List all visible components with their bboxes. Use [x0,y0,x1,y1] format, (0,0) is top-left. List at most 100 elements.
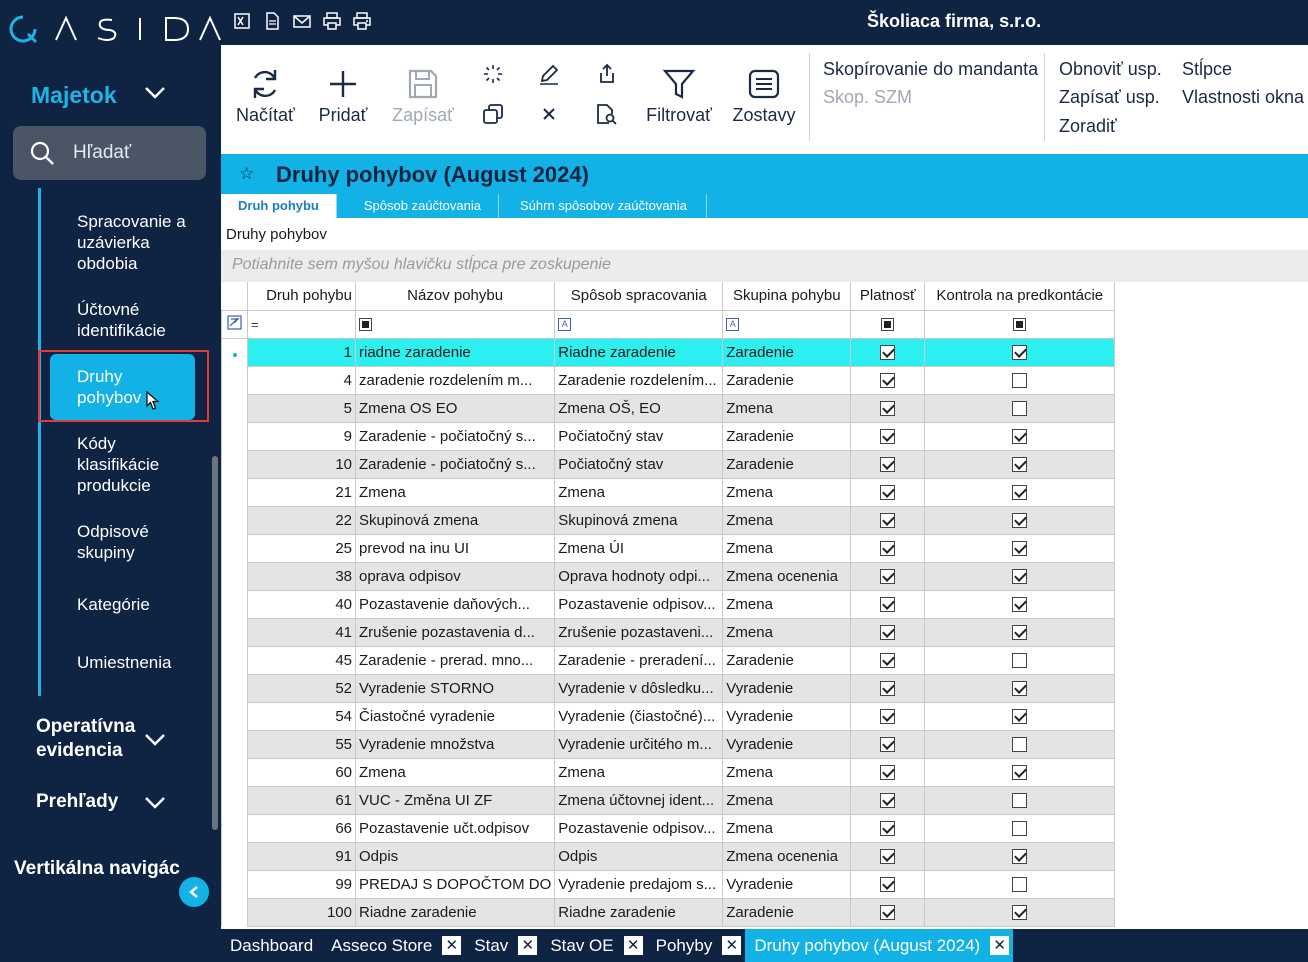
cell-platnost-checkbox[interactable] [850,505,926,535]
cell-skupina-pohybu[interactable]: Zmena [722,785,852,815]
cell-nazov-pohybu[interactable]: Vyradenie STORNO [354,673,556,703]
cell-nazov-pohybu[interactable]: Zmena OS EO [354,393,556,423]
cell-platnost-checkbox[interactable] [850,589,926,619]
cell-skupina-pohybu[interactable]: Zmena [722,393,852,423]
table-row[interactable]: 91 Odpis Odpis Zmena ocenenia [221,841,1116,871]
platnost-checkbox[interactable] [880,401,896,417]
cell-nazov-pohybu[interactable]: Pozastavenie učt.odpisov [354,813,556,843]
cell-druh-pohybu[interactable]: 55 [247,729,356,759]
clear-filter-icon[interactable] [227,314,242,330]
delete-icon[interactable] [541,106,557,122]
bottom-tab[interactable]: Stav OE ✕ [541,929,646,962]
cell-nazov-pohybu[interactable]: Pozastavenie daňových... [354,589,556,619]
cell-platnost-checkbox[interactable] [850,869,926,899]
column-header[interactable]: Platnosť [850,282,926,311]
cell-skupina-pohybu[interactable]: Zmena [722,589,852,619]
kontrola-checkbox[interactable] [1012,345,1028,361]
nav-item-kategorie[interactable]: Kategórie [77,594,197,615]
cell-skupina-pohybu[interactable]: Zmena [722,533,852,563]
cell-skupina-pohybu[interactable]: Zmena [722,617,852,647]
table-row[interactable]: 10 Zaradenie - počiatočný s... Počiatočný … [221,449,1116,479]
collapse-sidebar-button[interactable] [179,877,209,907]
copy-szm-link[interactable]: Skop. SZM [823,87,912,108]
bottom-tab[interactable]: Asseco Store ✕ [322,929,465,962]
cell-druh-pohybu[interactable]: 1 [247,337,356,367]
clear-filter-cell[interactable] [221,309,248,339]
platnost-checkbox[interactable] [880,905,896,921]
platnost-checkbox[interactable] [880,765,896,781]
zapisat-button[interactable]: Zapísať [391,67,455,126]
cell-sposob-spracovania[interactable]: Riadne zaradenie [554,897,724,927]
platnost-checkbox[interactable] [880,681,896,697]
kontrola-checkbox[interactable] [1012,737,1028,753]
table-row[interactable]: 21 Zmena Zmena Zmena [221,477,1116,507]
cell-kontrola-checkbox[interactable] [924,337,1116,367]
cell-druh-pohybu[interactable]: 40 [247,589,356,619]
platnost-checkbox[interactable] [880,597,896,613]
cell-nazov-pohybu[interactable]: PREDAJ S DOPOČTOM DO [354,869,556,899]
cell-kontrola-checkbox[interactable] [924,729,1116,759]
table-row[interactable]: 52 Vyradenie STORNO Vyradenie v dôsledku..… [221,673,1116,703]
platnost-checkbox[interactable] [880,737,896,753]
kontrola-checkbox[interactable] [1012,429,1028,445]
cell-platnost-checkbox[interactable] [850,365,926,395]
nav-item-odpisove-skupiny[interactable]: Odpisové skupiny [77,521,197,563]
cell-nazov-pohybu[interactable]: Zaradenie - počiatočný s... [354,421,556,451]
column-header[interactable]: Kontrola na predkontácie [924,282,1116,311]
cell-skupina-pohybu[interactable]: Zaradenie [722,337,852,367]
cell-kontrola-checkbox[interactable] [924,785,1116,815]
cell-druh-pohybu[interactable]: 66 [247,813,356,843]
kontrola-checkbox[interactable] [1012,457,1028,473]
cell-kontrola-checkbox[interactable] [924,813,1116,843]
cell-skupina-pohybu[interactable]: Zaradenie [722,897,852,927]
cell-platnost-checkbox[interactable] [850,449,926,479]
filter-sposob[interactable]: A [554,309,724,339]
table-row[interactable]: 100 Riadne zaradenie Riadne zaradenie Zarad… [221,897,1116,927]
cell-druh-pohybu[interactable]: 54 [247,701,356,731]
cell-druh-pohybu[interactable]: 100 [247,897,356,927]
cell-druh-pohybu[interactable]: 41 [247,617,356,647]
cell-skupina-pohybu[interactable]: Zaradenie [722,421,852,451]
cell-kontrola-checkbox[interactable] [924,757,1116,787]
cell-sposob-spracovania[interactable]: Zmena [554,757,724,787]
cell-kontrola-checkbox[interactable] [924,365,1116,395]
cell-sposob-spracovania[interactable]: Vyradenie určitého m... [554,729,724,759]
zoradit-link[interactable]: Zoradiť [1059,116,1117,137]
cell-nazov-pohybu[interactable]: Skupinová zmena [354,505,556,535]
chevron-down-icon[interactable] [144,86,166,100]
filtrovat-button[interactable]: Filtrovať [644,67,714,126]
cell-platnost-checkbox[interactable] [850,533,926,563]
star-icon[interactable]: ☆ [239,164,254,184]
copy-icon[interactable] [482,103,504,125]
cell-kontrola-checkbox[interactable] [924,477,1116,507]
bottom-tab[interactable]: Dashboard [221,929,322,962]
platnost-checkbox[interactable] [880,849,896,865]
cell-druh-pohybu[interactable]: 22 [247,505,356,535]
zostavy-button[interactable]: Zostavy [732,67,796,126]
cell-nazov-pohybu[interactable]: Zmena [354,477,556,507]
cell-skupina-pohybu[interactable]: Zmena [722,505,852,535]
cell-skupina-pohybu[interactable]: Zmena [722,813,852,843]
table-row[interactable]: 54 Čiastočné vyradenie Vyradenie (čiastočn… [221,701,1116,731]
platnost-checkbox[interactable] [880,821,896,837]
platnost-checkbox[interactable] [880,513,896,529]
cell-skupina-pohybu[interactable]: Vyradenie [722,701,852,731]
filter-nazov[interactable] [354,309,556,339]
cell-sposob-spracovania[interactable]: Vyradenie predajom s... [554,869,724,899]
cell-druh-pohybu[interactable]: 91 [247,841,356,871]
close-icon[interactable]: ✕ [722,936,742,955]
kontrola-checkbox[interactable] [1012,625,1028,641]
mail-icon[interactable] [293,12,311,30]
close-icon[interactable]: ✕ [518,936,538,955]
cell-druh-pohybu[interactable]: 38 [247,561,356,591]
cell-nazov-pohybu[interactable]: Čiastočné vyradenie [354,701,556,731]
cell-kontrola-checkbox[interactable] [924,421,1116,451]
search-document-icon[interactable] [595,103,617,125]
platnost-checkbox[interactable] [880,793,896,809]
cell-platnost-checkbox[interactable] [850,421,926,451]
cell-platnost-checkbox[interactable] [850,673,926,703]
platnost-checkbox[interactable] [880,345,896,361]
table-row[interactable]: 66 Pozastavenie učt.odpisov Pozastavenie o… [221,813,1116,843]
cell-nazov-pohybu[interactable]: Zmena [354,757,556,787]
cell-platnost-checkbox[interactable] [850,561,926,591]
